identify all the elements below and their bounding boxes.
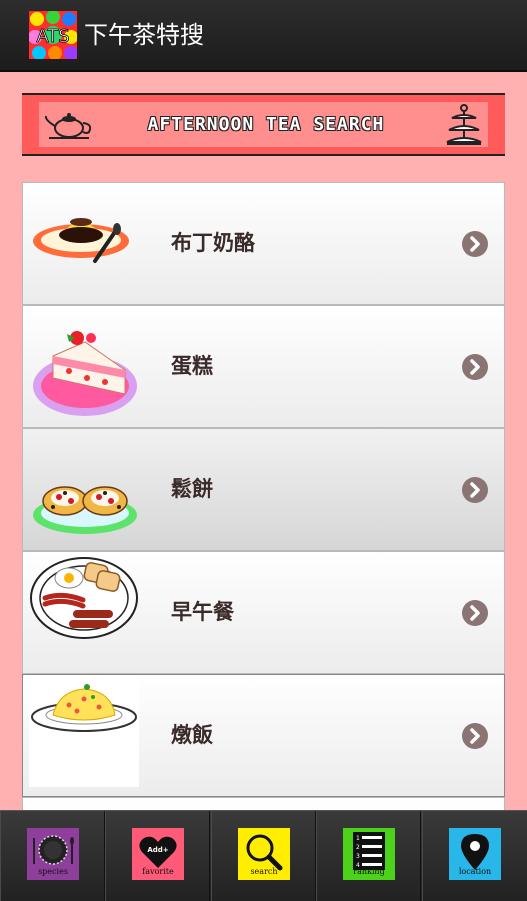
- app-title: 下午茶特搜: [84, 21, 204, 49]
- chevron-right-icon: [462, 231, 488, 257]
- bottom-nav: species Add+ favorite search 1 2 3 4 ran…: [0, 810, 527, 901]
- tab-species[interactable]: species: [0, 811, 105, 901]
- tab-favorite[interactable]: Add+ favorite: [105, 811, 210, 901]
- app-icon-text: ATS: [36, 26, 69, 47]
- chevron-right-icon: [462, 354, 488, 380]
- banner-title: AFTERNOON TEA SEARCH: [147, 114, 385, 135]
- tab-search[interactable]: search: [211, 811, 316, 901]
- header-banner: AFTERNOON TEA SEARCH: [22, 93, 505, 156]
- list-item-brunch[interactable]: 早午餐: [22, 551, 505, 674]
- app-logo-icon[interactable]: ATS: [29, 11, 77, 59]
- tab-label: favorite: [142, 867, 174, 876]
- brunch-icon: [30, 557, 138, 639]
- tab-label: search: [250, 867, 278, 876]
- cake-stand-icon: [446, 104, 482, 145]
- tab-label: location: [458, 867, 492, 876]
- tab-location[interactable]: location: [422, 811, 527, 901]
- list-item-label: 燉飯: [171, 723, 213, 747]
- cake-icon: [33, 331, 137, 416]
- list-item-scone[interactable]: 鬆餅: [22, 428, 505, 551]
- pudding-icon: [33, 218, 129, 263]
- chevron-right-icon: [462, 600, 488, 626]
- heart-icon-text: Add+: [147, 846, 168, 854]
- chevron-right-icon: [462, 723, 488, 749]
- teapot-icon: [44, 113, 92, 139]
- scone-icon: [33, 486, 137, 534]
- rank-1-text: 1: [356, 835, 360, 842]
- rank-2-text: 2: [356, 844, 360, 851]
- list-item-partial[interactable]: [22, 797, 505, 810]
- tab-label: ranking: [353, 867, 385, 876]
- action-bar: ATS 下午茶特搜: [0, 0, 527, 72]
- chevron-right-icon: [462, 477, 488, 503]
- list-item-label: 蛋糕: [171, 354, 213, 378]
- list-item-label: 鬆餅: [171, 477, 213, 501]
- tab-ranking[interactable]: 1 2 3 4 ranking: [316, 811, 421, 901]
- rank-3-text: 3: [356, 853, 360, 860]
- list-item-label: 布丁奶酪: [171, 231, 255, 255]
- list-item-cake[interactable]: 蛋糕: [22, 305, 505, 428]
- risotto-icon: [29, 677, 139, 787]
- category-list[interactable]: 布丁奶酪 蛋糕 鬆餅 早午餐 燉飯: [22, 182, 505, 810]
- list-item-label: 早午餐: [171, 600, 234, 624]
- list-item-risotto[interactable]: 燉飯: [22, 674, 505, 797]
- tab-label: species: [38, 867, 68, 876]
- list-item-pudding[interactable]: 布丁奶酪: [22, 182, 505, 305]
